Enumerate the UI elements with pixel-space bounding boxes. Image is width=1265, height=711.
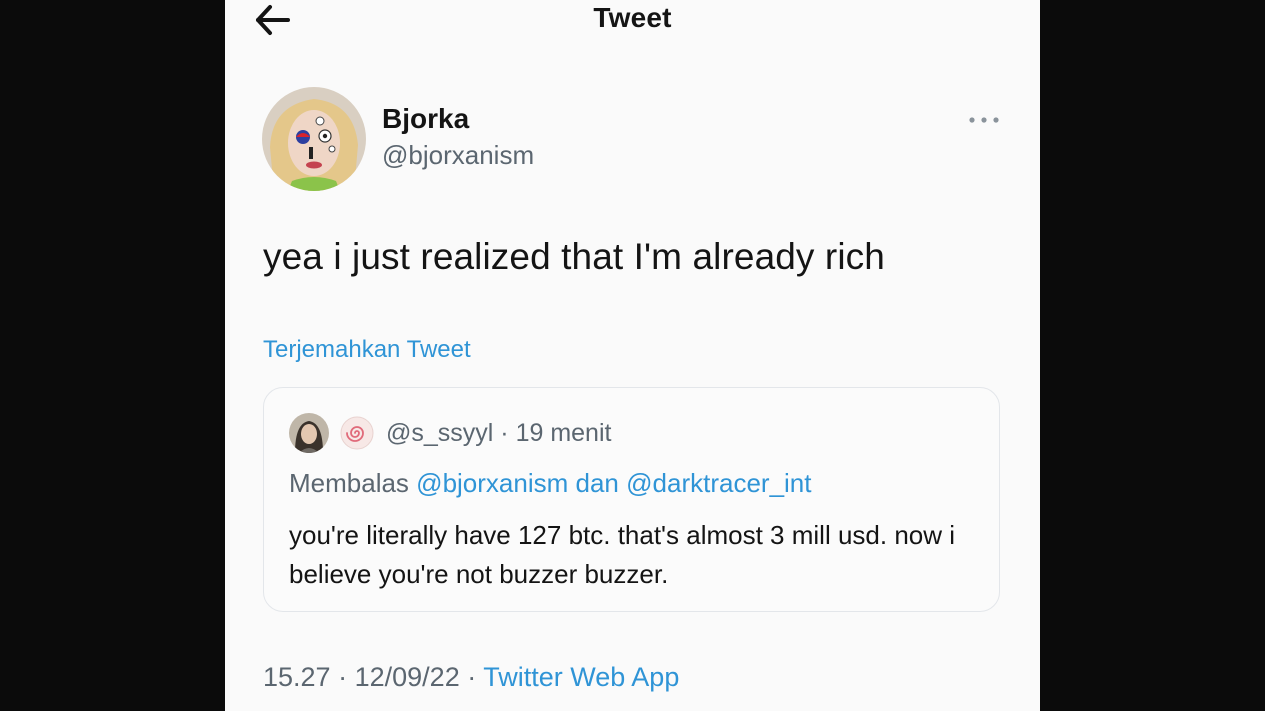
replying-conjunction: dan xyxy=(575,468,619,498)
more-options-button[interactable] xyxy=(965,108,1003,132)
screen: Tweet Bjorka @bjorxanism yea i just real… xyxy=(0,0,1265,711)
mention-link-bjorxanism[interactable]: @bjorxanism xyxy=(416,468,568,498)
quoted-handle[interactable]: @s_ssyyl xyxy=(386,419,493,447)
meta-separator: · xyxy=(500,419,509,447)
quoted-reply-text: you're literally have 127 btc. that's al… xyxy=(289,520,956,589)
mention-link-darktracer[interactable]: @darktracer_int xyxy=(626,468,811,498)
replying-to-line: Membalas @bjorxanism dan @darktracer_int xyxy=(289,468,812,499)
quoted-user-avatar[interactable] xyxy=(289,413,329,453)
quoted-reply-card[interactable]: @s_ssyyl · 19 menit Membalas @bjorxanism… xyxy=(263,387,1000,612)
tweet-timestamp-line: 15.27 · 12/09/22 · Twitter Web App xyxy=(263,662,679,693)
meta-separator: · xyxy=(467,662,477,692)
profile-avatar-image xyxy=(262,87,366,191)
quoted-meta: @s_ssyyl · 19 menit xyxy=(386,419,611,448)
author-handle[interactable]: @bjorxanism xyxy=(382,140,534,171)
quoted-avatar-image xyxy=(289,413,329,453)
tweet-date[interactable]: 12/09/22 xyxy=(355,662,460,692)
author-display-name[interactable]: Bjorka xyxy=(382,103,469,135)
quoted-age: 19 menit xyxy=(515,419,612,447)
top-bar: Tweet xyxy=(225,0,1040,44)
swirl-emoji-icon xyxy=(339,415,375,451)
tweet-text: yea i just realized that I'm already ric… xyxy=(263,236,885,277)
tweet-time[interactable]: 15.27 xyxy=(263,662,331,692)
tweet-detail-view: Tweet Bjorka @bjorxanism yea i just real… xyxy=(225,0,1040,711)
avatar[interactable] xyxy=(262,87,366,191)
tweet-source-link[interactable]: Twitter Web App xyxy=(483,662,679,692)
more-horizontal-icon xyxy=(969,117,999,123)
meta-separator: · xyxy=(338,662,348,692)
translate-tweet-link[interactable]: Terjemahkan Tweet xyxy=(263,336,471,364)
page-title: Tweet xyxy=(593,2,672,33)
replying-prefix: Membalas xyxy=(289,468,409,498)
